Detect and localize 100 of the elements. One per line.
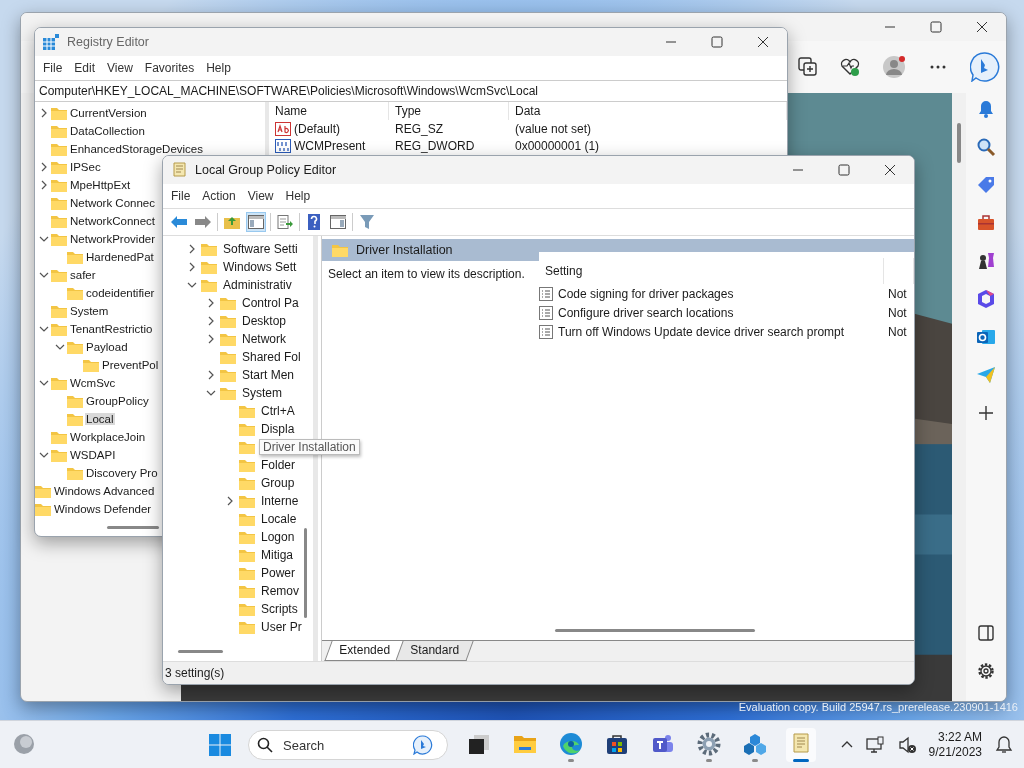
tree-item[interactable]: MpeHttpExt [69,179,132,191]
maximize-icon[interactable] [838,164,850,176]
tooltip[interactable]: Driver Installation [259,439,360,455]
menu-item[interactable]: File [167,188,195,204]
speaker-muted-icon[interactable] [896,735,917,755]
toolbar-button[interactable] [357,212,377,232]
tree-item[interactable]: WSDAPI [69,449,117,461]
scroll-bar[interactable] [107,526,159,529]
tree-item[interactable]: Remov [259,584,301,598]
mail-icon[interactable] [976,327,996,347]
menu-item[interactable]: Action [198,188,240,204]
chevron-down-icon[interactable] [187,280,197,290]
tree-item[interactable]: Displa [259,422,297,436]
menu-item[interactable]: Favorites [140,60,199,76]
scroll-bar[interactable] [304,528,307,618]
table-cell[interactable]: Configure driver search locations [558,305,734,320]
toolbar-button[interactable] [246,212,266,232]
tree-item[interactable]: Network Connec [69,197,156,209]
scroll-bar[interactable] [178,650,223,653]
tab[interactable]: Extended [324,641,405,661]
tree-item[interactable]: Control Pa [240,296,301,310]
menu-item[interactable]: Edit [70,60,100,76]
tree-item[interactable]: Network [240,332,288,346]
plus-icon[interactable] [976,403,996,423]
chevron-down-icon[interactable] [206,388,216,398]
tree-item[interactable]: GroupPolicy [85,395,150,407]
chevron-down-icon[interactable] [39,234,49,244]
menu-item[interactable]: View [243,188,278,204]
tree-item[interactable]: TenantRestrictio [69,323,154,335]
tree-item[interactable]: Local [85,413,115,425]
tree-item[interactable]: NetworkConnect [69,215,156,227]
toolbox-icon[interactable] [976,213,996,233]
tree-item[interactable]: EnhancedStorageDevices [69,143,204,155]
tree-item[interactable]: Windows Defender [53,503,153,515]
clock-time[interactable]: 3:22 AM [937,730,982,745]
bell-icon[interactable] [976,99,996,119]
monitor-icon[interactable] [864,735,885,755]
close-icon[interactable] [757,36,769,48]
tree-item[interactable]: Logon [259,530,297,544]
tree-item[interactable]: Group [259,476,297,490]
tree-item[interactable]: Mitiga [259,548,295,562]
column-header[interactable]: Type [389,102,509,120]
maximize-icon[interactable] [930,21,942,33]
tree-item[interactable]: Desktop [240,314,289,328]
tree-item[interactable]: codeidentifier [85,287,156,299]
tree-item[interactable]: safer [69,269,97,281]
tree-item[interactable]: DataCollection [69,125,146,137]
toolbar-button[interactable] [275,212,295,232]
scroll-bar[interactable] [957,123,961,163]
search-box[interactable]: Search [248,730,448,760]
notification-icon[interactable] [994,735,1014,755]
close-icon[interactable] [976,21,988,33]
tree-item[interactable]: PreventPol [101,359,160,371]
column-header[interactable]: Setting [539,258,884,284]
avatar-icon[interactable] [882,55,906,79]
table-cell[interactable]: Turn off Windows Update device driver search prompt [558,324,845,339]
tree-item[interactable]: Payload [85,341,129,353]
chevron-down-icon[interactable] [39,450,49,460]
table-cell[interactable]: Code signing for driver packages [558,286,734,301]
clock-date[interactable]: 9/21/2023 [928,745,982,760]
close-icon[interactable] [884,164,896,176]
menu-item[interactable]: File [39,60,67,76]
menu-item[interactable]: Help [202,60,235,76]
menu-item[interactable]: Help [281,188,315,204]
chess-icon[interactable] [976,251,996,271]
tree-item[interactable]: WcmSvc [69,377,117,389]
tree-item[interactable]: Scripts [259,602,300,616]
toolbar-button[interactable] [328,212,348,232]
office-icon[interactable] [976,289,996,309]
tab[interactable]: Standard [395,641,474,661]
tree-item[interactable]: HardenedPat [85,251,155,263]
search-icon[interactable] [976,137,996,157]
tree-item[interactable]: Discovery Pro [85,467,159,479]
side-panel-icon[interactable] [976,623,996,643]
tree-item[interactable]: NetworkProvider [69,233,156,245]
tree-item[interactable]: Windows Advanced [53,485,156,497]
menu-item[interactable]: View [103,60,137,76]
maximize-icon[interactable] [711,36,723,48]
tree-item[interactable]: Power [259,566,297,580]
start-icon[interactable] [208,733,232,757]
tree-item[interactable]: Start Men [240,368,297,382]
tree-item[interactable]: Ctrl+A [259,404,297,418]
settings-icon[interactable] [976,661,996,681]
column-header[interactable]: Name [269,102,389,120]
tree-item[interactable]: Shared Fol [240,350,303,364]
chevron-down-icon[interactable] [39,378,49,388]
health-icon[interactable] [840,57,860,77]
tree-item[interactable]: IPSec [69,161,102,173]
chat-bubble-icon[interactable] [970,52,1000,82]
tree-item[interactable]: System [69,305,110,317]
chevron-down-icon[interactable] [39,270,49,280]
chevron-right-icon[interactable] [225,496,235,506]
tree-item[interactable]: Software Setti [221,242,300,256]
tree-item[interactable]: Interne [259,494,301,508]
tree-item[interactable]: Administrativ [221,278,294,292]
scroll-bar[interactable] [555,629,755,632]
chevron-right-icon[interactable] [39,108,49,118]
search-field[interactable]: Search [281,736,405,754]
tree-item[interactable]: WorkplaceJoin [69,431,147,443]
tree-item[interactable]: System [240,386,284,400]
